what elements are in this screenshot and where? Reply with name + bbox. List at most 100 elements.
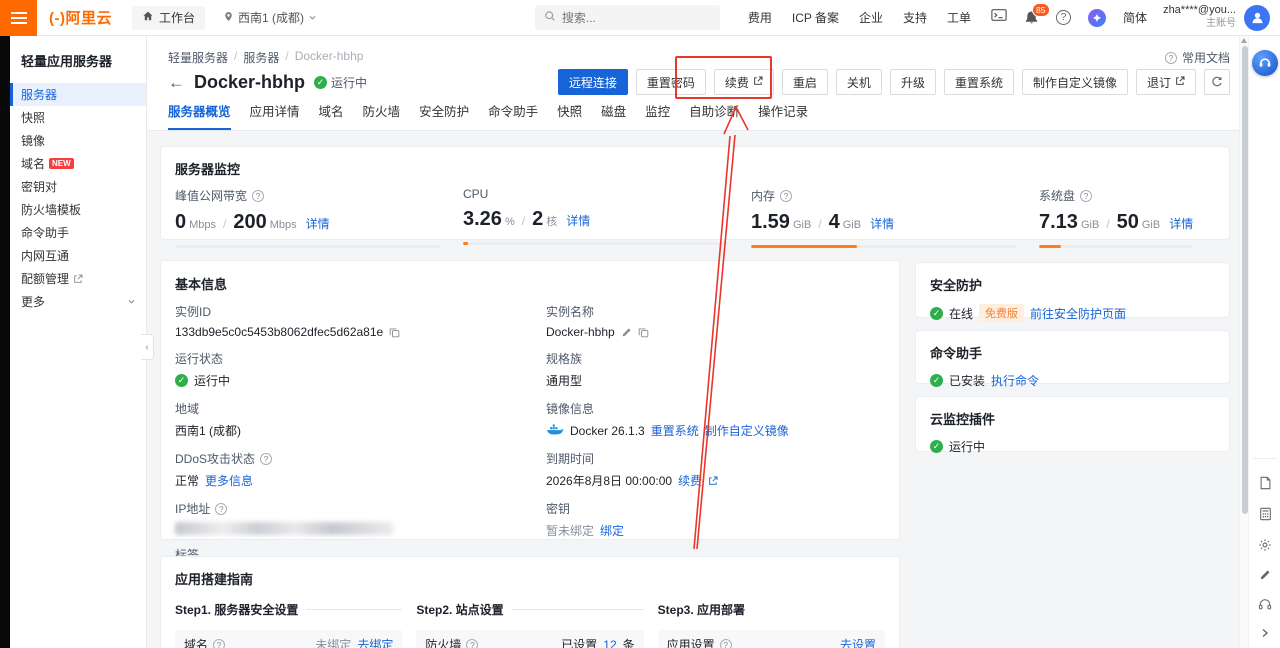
help-circle-icon[interactable]: ? — [720, 639, 732, 648]
help-circle-icon[interactable]: ? — [213, 639, 225, 648]
copy-icon[interactable] — [389, 327, 400, 338]
run-command-link[interactable]: 执行命令 — [991, 372, 1039, 389]
sidebar-item-snapshot[interactable]: 快照 — [10, 106, 146, 129]
sidebar-item-firewall-template[interactable]: 防火墙模板 — [10, 198, 146, 221]
workbench-button[interactable]: 工作台 — [132, 6, 205, 30]
bandwidth-progress-bar — [175, 245, 441, 248]
menu-icp[interactable]: ICP 备案 — [792, 9, 839, 26]
sidebar-item-intranet[interactable]: 内网互通 — [10, 244, 146, 267]
bandwidth-detail-link[interactable]: 详情 — [306, 215, 330, 232]
help-icon[interactable]: ? — [1056, 10, 1071, 25]
search-input[interactable] — [562, 11, 692, 25]
field-region: 地域 西南1 (成都) — [175, 400, 525, 439]
tab-security[interactable]: 安全防护 — [419, 101, 469, 130]
customer-service-icon[interactable] — [1252, 50, 1278, 76]
sidebar-item-command-assistant[interactable]: 命令助手 — [10, 221, 146, 244]
hamburger-menu-button[interactable] — [0, 0, 37, 36]
help-circle-icon[interactable]: ? — [260, 453, 272, 465]
info-column-left: 实例ID 133db9e5c0c5453b8062dfec5d62a81e 运行… — [175, 303, 525, 596]
reset-system-button[interactable]: 重置系统 — [944, 69, 1014, 95]
tab-monitoring[interactable]: 监控 — [645, 101, 670, 130]
refresh-button[interactable] — [1204, 69, 1230, 95]
edit-pencil-icon[interactable] — [621, 327, 632, 338]
restart-button[interactable]: 重启 — [782, 69, 828, 95]
scroll-up-arrow[interactable] — [1241, 38, 1247, 43]
memory-detail-link[interactable]: 详情 — [870, 215, 894, 232]
menu-billing[interactable]: 费用 — [748, 9, 772, 26]
docker-whale-icon — [546, 423, 564, 439]
custom-image-button[interactable]: 制作自定义镜像 — [1022, 69, 1128, 95]
tab-self-diagnosis[interactable]: 自助诊断 — [689, 101, 739, 130]
global-search[interactable] — [535, 5, 720, 30]
document-icon[interactable] — [1259, 476, 1272, 490]
tab-server-overview[interactable]: 服务器概览 — [168, 101, 231, 130]
bind-key-link[interactable]: 绑定 — [600, 522, 624, 539]
back-arrow-icon[interactable]: ← — [168, 73, 185, 93]
app-center-icon[interactable] — [1088, 9, 1106, 27]
language-switch[interactable]: 简体 — [1123, 9, 1147, 26]
custom-image-link[interactable]: 制作自定义镜像 — [705, 422, 789, 439]
reset-password-button[interactable]: 重置密码 — [636, 69, 706, 95]
help-circle-icon[interactable]: ? — [1080, 190, 1092, 202]
tab-operation-log[interactable]: 操作记录 — [758, 101, 808, 130]
help-circle-icon[interactable]: ? — [252, 190, 264, 202]
unsubscribe-button[interactable]: 退订 — [1136, 69, 1196, 95]
avatar[interactable] — [1244, 5, 1270, 31]
breadcrumb-level1[interactable]: 轻量服务器 — [168, 49, 228, 66]
sidebar-item-domain[interactable]: 域名NEW — [10, 152, 146, 175]
chevron-right-icon[interactable] — [1260, 628, 1270, 638]
region-selector[interactable]: 西南1 (成都) — [223, 9, 317, 26]
cpu-detail-link[interactable]: 详情 — [566, 212, 590, 229]
tab-app-details[interactable]: 应用详情 — [250, 101, 300, 130]
upgrade-button[interactable]: 升级 — [890, 69, 936, 95]
edit-pencil-icon[interactable] — [1259, 569, 1271, 581]
sidebar-item-quota[interactable]: 配额管理 — [10, 267, 146, 290]
help-circle-icon[interactable]: ? — [780, 190, 792, 202]
tab-command-assistant[interactable]: 命令助手 — [488, 101, 538, 130]
tab-domain[interactable]: 域名 — [319, 101, 344, 130]
sidebar-item-keypair[interactable]: 密钥对 — [10, 175, 146, 198]
vertical-scrollbar[interactable] — [1239, 36, 1248, 648]
status-ok-icon — [175, 374, 188, 387]
gear-icon[interactable] — [1258, 538, 1272, 552]
bind-domain-link[interactable]: 去绑定 — [357, 636, 393, 648]
field-instance-id: 实例ID 133db9e5c0c5453b8062dfec5d62a81e — [175, 303, 525, 339]
scrollbar-thumb[interactable] — [1242, 46, 1248, 514]
guide-step-2: Step2. 站点设置 防火墙? 已设置12条 — [416, 601, 643, 648]
shutdown-button[interactable]: 关机 — [836, 69, 882, 95]
sidebar-collapse-handle[interactable]: ‹ — [141, 334, 154, 360]
ddos-more-link[interactable]: 更多信息 — [205, 472, 253, 489]
cloudshell-icon[interactable] — [991, 8, 1007, 27]
help-circle-icon[interactable]: ? — [215, 503, 227, 515]
aliyun-logo[interactable]: (-)阿里云 — [49, 7, 112, 28]
menu-support[interactable]: 支持 — [903, 9, 927, 26]
menu-enterprise[interactable]: 企业 — [859, 9, 883, 26]
workbench-label: 工作台 — [159, 9, 195, 26]
sidebar-item-image[interactable]: 镜像 — [10, 129, 146, 152]
app-setup-guide-card: 应用搭建指南 Step1. 服务器安全设置 域名? 未绑定去绑定 Step2. … — [160, 556, 900, 648]
common-docs-link[interactable]: ? 常用文档 — [1165, 49, 1230, 66]
sidebar-item-server[interactable]: 服务器 — [10, 83, 146, 106]
account-info[interactable]: zha****@you... 主账号 — [1163, 4, 1236, 30]
goto-app-settings-link[interactable]: 去设置 — [840, 636, 876, 648]
sidebar-item-more[interactable]: 更多 — [10, 290, 146, 313]
page-header: 轻量服务器 / 服务器 / Docker-hbhp ? 常用文档 ← Docke… — [147, 36, 1240, 131]
tab-snapshot[interactable]: 快照 — [557, 101, 582, 130]
headset-icon[interactable] — [1258, 598, 1272, 611]
goto-security-link[interactable]: 前往安全防护页面 — [1030, 305, 1126, 322]
breadcrumb-level2[interactable]: 服务器 — [243, 49, 279, 66]
copy-icon[interactable] — [638, 327, 649, 338]
menu-ticket[interactable]: 工单 — [947, 9, 971, 26]
calculator-icon[interactable] — [1259, 507, 1272, 521]
help-circle-icon[interactable]: ? — [466, 639, 478, 648]
tab-disk[interactable]: 磁盘 — [601, 101, 626, 130]
renew-link[interactable]: 续费 — [678, 472, 702, 489]
notifications-bell-icon[interactable]: 85 — [1024, 10, 1039, 25]
disk-detail-link[interactable]: 详情 — [1169, 215, 1193, 232]
reset-system-link[interactable]: 重置系统 — [651, 422, 699, 439]
remote-connect-button[interactable]: 远程连接 — [558, 69, 628, 95]
firewall-rule-count[interactable]: 12 — [603, 638, 616, 648]
tab-firewall[interactable]: 防火墙 — [363, 101, 401, 130]
chevron-down-icon — [127, 297, 136, 306]
renew-button[interactable]: 续费 — [714, 69, 774, 95]
